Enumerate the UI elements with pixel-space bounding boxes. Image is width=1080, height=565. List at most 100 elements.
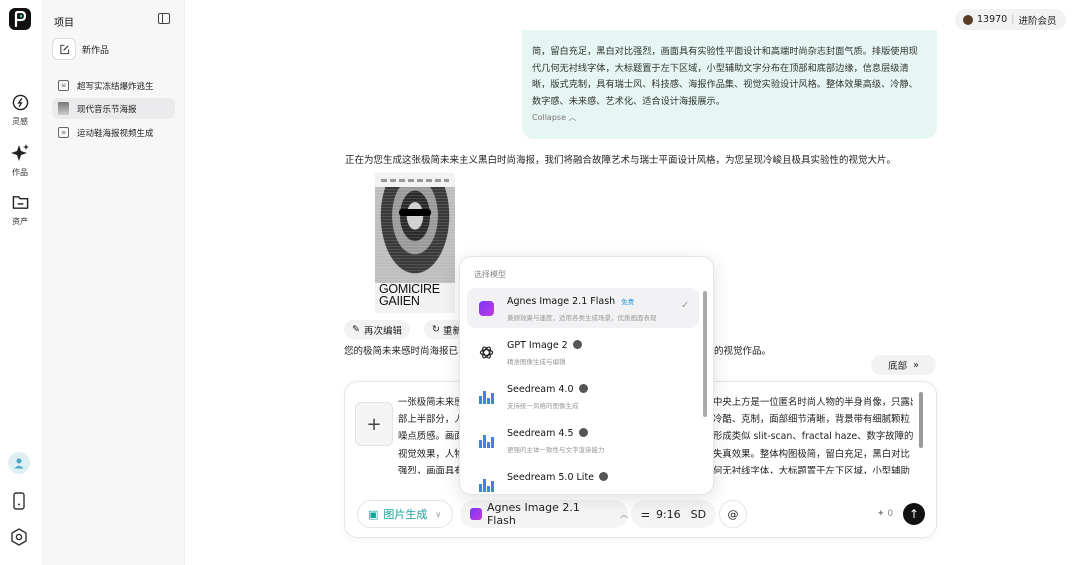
rail-label: 灵感 (12, 117, 28, 126)
model-selector[interactable]: Agnes Image 2.1 Flash ︿ (460, 500, 628, 528)
mode-selector[interactable]: ▣ 图片生成 ∨ (357, 500, 453, 528)
poster-title: GOMICIRE GAIIEN (379, 282, 440, 308)
rail-label: 资产 (12, 217, 28, 226)
compass-icon (0, 94, 40, 115)
rail-item-works[interactable]: 作品 (0, 144, 40, 178)
image-icon: ▣ (368, 507, 379, 521)
chat-icon: ≡ (58, 127, 69, 138)
badge-icon (599, 472, 609, 481)
settings-button[interactable] (8, 526, 30, 548)
model-dropdown: 选择模型 Agnes Image 2.1 Flash 免费 兼顾效果与速度，适用各… (459, 256, 714, 495)
project-label: 现代音乐节海报 (77, 104, 137, 115)
upgrade-link[interactable]: 进阶会员 (1018, 13, 1056, 27)
refresh-icon: ↻ (432, 324, 440, 335)
model-option-gpt[interactable]: GPT Image 2 精准图像生成与编辑 (467, 332, 699, 372)
plus-icon: + (366, 413, 382, 435)
model-option-seedream-4-5[interactable]: Seedream 4.5 更强的主体一致性与文字渲染能力 (467, 420, 699, 460)
user-prompt-bubble: 简，留白充足，黑白对比强烈，画面具有实验性平面设计和高端时尚杂志封面气质。排版使… (522, 30, 937, 139)
dropdown-scrollbar[interactable] (703, 291, 707, 417)
badge-icon (578, 384, 588, 393)
project-label: 超写实冻结爆炸逃生 (77, 81, 154, 92)
model-option-agnes[interactable]: Agnes Image 2.1 Flash 免费 兼顾效果与速度，适用各类生成场景… (467, 288, 699, 328)
prompt-input-left: 一张极简未来感 部上半部分，人 噪点质感。画面 视觉效果，人物 强烈，画面具有 (398, 397, 464, 474)
sparkle-icon: ✦ (877, 509, 885, 519)
prompt-text: 简，留白充足，黑白对比强烈，画面具有实验性平面设计和高端时尚杂志封面气质。排版使… (532, 46, 918, 107)
generated-poster-image[interactable]: GOMICIRE GAIIEN (375, 173, 455, 313)
sidebar-toggle-icon[interactable] (158, 13, 170, 24)
model-name: Seedream 4.0 (507, 384, 588, 395)
edit-icon (52, 38, 76, 60)
agnes-model-icon (479, 301, 494, 316)
re-edit-button[interactable]: ✎ 再次编辑 (344, 320, 410, 339)
prompt-input-right: 中央上方是一位匿名时尚人物的半身肖像，只露出头 冷酷、克制，面部细节清晰，背景带… (713, 397, 913, 474)
credit-cost: ✦ 0 (877, 509, 894, 519)
status-message: 您的极简未来感时尚海报已 (344, 346, 459, 357)
mention-button[interactable]: @ (719, 500, 747, 528)
openai-icon (479, 345, 494, 360)
project-panel: 项目 新作品 ≡ 超写实冻结爆炸逃生 现代音乐节海报 ≡ 运动鞋海报视频生成 (42, 0, 185, 565)
user-avatar[interactable] (8, 452, 30, 474)
model-name: Agnes Image 2.1 Flash 免费 (507, 296, 635, 307)
app-logo[interactable] (9, 8, 31, 30)
agnes-model-icon (470, 508, 482, 520)
arrow-up-icon: ↑ (908, 507, 920, 521)
model-name: GPT Image 2 (507, 340, 582, 351)
send-button[interactable]: ↑ (903, 503, 925, 525)
model-description: 精准图像生成与编辑 (507, 358, 566, 366)
double-chevron-down-icon: » (913, 359, 919, 371)
project-item[interactable]: ≡ 超写实冻结爆炸逃生 (52, 75, 175, 96)
project-item[interactable]: ≡ 运动鞋海报视频生成 (52, 122, 175, 143)
seedream-icon (479, 389, 494, 404)
model-name: Seedream 4.5 (507, 428, 588, 439)
collapse-button[interactable]: Collapse ︿ (532, 112, 927, 123)
coin-icon (963, 14, 973, 25)
model-option-seedream-5-0-lite[interactable]: Seedream 5.0 Lite (467, 464, 699, 494)
panel-title: 项目 (54, 18, 74, 29)
rail-item-assets[interactable]: 资产 (0, 194, 40, 227)
project-item-active[interactable]: 现代音乐节海报 (52, 98, 175, 119)
dropdown-title: 选择模型 (474, 270, 506, 279)
assistant-message: 正在为您生成这张极简未来主义黑白时尚海报，我们将融合故障艺术与瑞士平面设计风格，… (345, 155, 897, 166)
poster-top-text (381, 179, 449, 182)
mobile-app-button[interactable] (8, 490, 30, 512)
poster-sunglasses (399, 209, 431, 216)
credits-badge[interactable]: 13970 | 进阶会员 (955, 9, 1067, 30)
model-name: Seedream 5.0 Lite (507, 472, 609, 483)
rail-item-inspiration[interactable]: 灵感 (0, 94, 40, 127)
new-work-label: 新作品 (82, 45, 110, 56)
pencil-icon: ✎ (352, 324, 360, 335)
folder-icon (0, 194, 40, 215)
project-thumbnail (58, 102, 69, 115)
badge-icon (572, 340, 582, 349)
regenerate-button[interactable]: ↻ 重新 (424, 320, 462, 339)
poster-photo (375, 187, 455, 283)
seedream-icon (479, 433, 494, 448)
chevron-up-icon: ︿ (620, 509, 628, 519)
check-icon: ✓ (681, 300, 690, 311)
model-option-seedream-4-0[interactable]: Seedream 4.0 支持统一风格的图像生成 (467, 376, 699, 416)
aspect-quality-selector[interactable]: ⚌ 9:16 SD (631, 500, 716, 528)
rail-label: 作品 (12, 168, 28, 177)
new-work-button[interactable]: 新作品 (52, 38, 109, 60)
scroll-to-bottom-button[interactable]: 底部 » (871, 355, 936, 375)
status-message-tail: 的视觉作品。 (714, 346, 772, 357)
seedream-icon (479, 477, 494, 492)
chevron-down-icon: ∨ (435, 509, 442, 519)
input-scrollbar[interactable] (919, 392, 923, 448)
user-icon (14, 458, 24, 469)
add-attachment-button[interactable]: + (355, 402, 393, 446)
logo-icon (14, 11, 27, 27)
settings-icon (11, 528, 27, 546)
divider: | (1011, 14, 1015, 25)
model-description: 支持统一风格的图像生成 (507, 402, 579, 410)
project-label: 运动鞋海报视频生成 (77, 128, 154, 139)
phone-icon (13, 492, 25, 510)
sliders-icon: ⚌ (641, 508, 650, 520)
left-rail: 灵感 作品 资产 (0, 0, 42, 565)
credits-amount: 13970 (977, 14, 1008, 25)
model-description: 更强的主体一致性与文字渲染能力 (507, 446, 605, 454)
chat-icon: ≡ (58, 80, 69, 91)
sparkle-icon (0, 144, 40, 166)
free-tag: 免费 (621, 298, 635, 306)
model-description: 兼顾效果与速度，适用各类生成场景，优质画面表现 (507, 314, 657, 322)
